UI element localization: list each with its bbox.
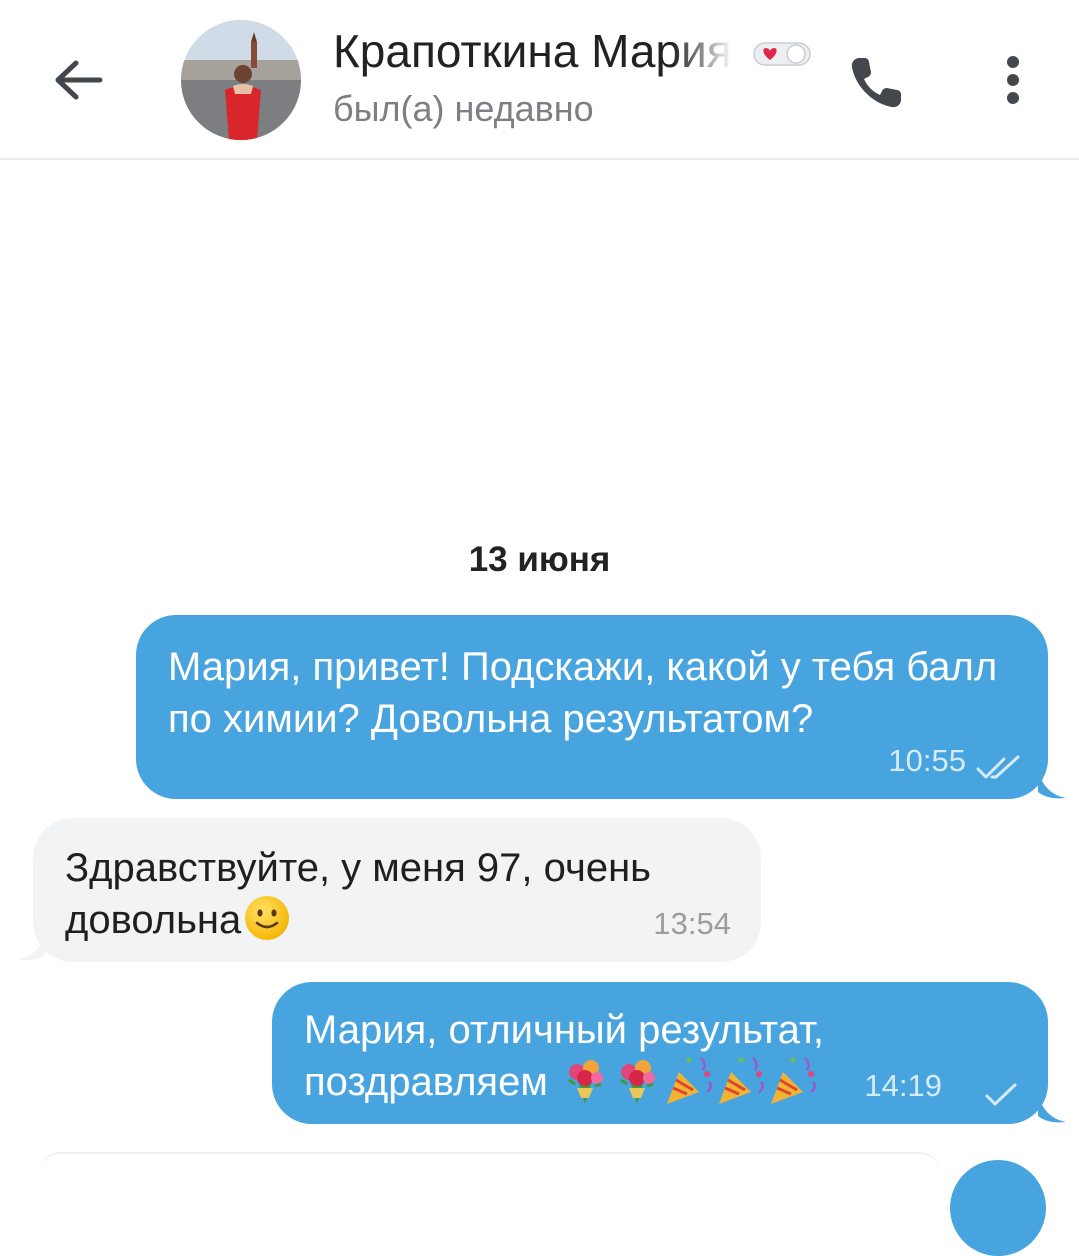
bouquet-icon xyxy=(568,1060,603,1105)
message-time: 13:54 xyxy=(653,906,731,941)
heart-toggle-icon[interactable] xyxy=(752,40,812,68)
check-icon xyxy=(985,1083,1017,1106)
message-time: 10:55 xyxy=(888,743,966,778)
date-separator: 13 июня xyxy=(468,540,611,579)
last-seen-status: был(а) недавно xyxy=(333,88,594,129)
party-popper-icon xyxy=(666,1057,712,1105)
call-button[interactable] xyxy=(845,50,909,114)
message-outgoing[interactable]: Мария, привет! Подскажи, какой у тебя ба… xyxy=(136,615,1048,799)
message-time: 14:19 xyxy=(864,1068,942,1103)
phone-icon xyxy=(851,58,901,108)
slightly-smiling-face-icon xyxy=(245,896,290,941)
contact-name[interactable]: Крапоткина Мария xyxy=(333,24,733,84)
bouquet-icon xyxy=(620,1060,655,1105)
more-vertical-icon xyxy=(1007,56,1019,104)
message-incoming[interactable]: Здравствуйте, у меня 97, очень довольна … xyxy=(33,818,761,962)
message-text: Мария, привет! Подскажи, какой у тебя ба… xyxy=(168,645,998,741)
message-composer[interactable] xyxy=(40,1152,940,1194)
emoji-row xyxy=(559,1057,819,1105)
party-popper-icon xyxy=(770,1057,816,1105)
chat-header: Крапоткина Мария был(а) недавно xyxy=(0,0,1079,160)
double-check-icon xyxy=(976,755,1020,779)
send-button[interactable] xyxy=(950,1160,1046,1256)
avatar-photo xyxy=(181,20,301,140)
back-button[interactable] xyxy=(48,50,108,110)
avatar[interactable] xyxy=(181,20,301,140)
arrow-left-icon xyxy=(55,60,103,100)
message-outgoing[interactable]: Мария, отличный результат, поздравляем 1… xyxy=(272,982,1048,1124)
more-options-button[interactable] xyxy=(990,50,1036,114)
party-popper-icon xyxy=(718,1057,764,1105)
message-text: Здравствуйте, у меня 97, очень довольна xyxy=(65,846,651,942)
